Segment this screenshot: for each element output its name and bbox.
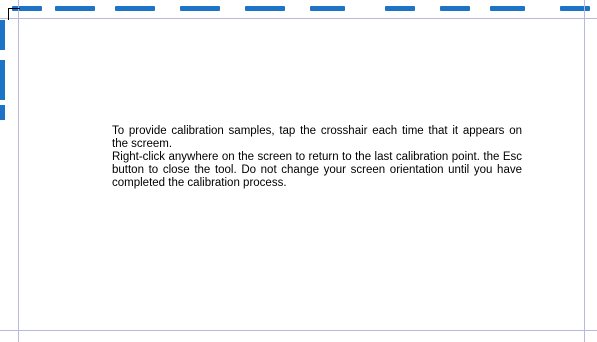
background-window-fragment (0, 20, 5, 50)
background-window-fragment (0, 0, 597, 12)
window-fragment-segment (560, 6, 590, 11)
background-window-fragment (0, 105, 5, 120)
calibration-guide-line (18, 0, 19, 342)
calibration-guide-line (584, 0, 585, 342)
crosshair-horizontal (8, 8, 20, 9)
window-fragment-segment (440, 6, 470, 11)
crosshair-vertical (8, 8, 9, 20)
calibration-instructions: To provide calibration samples, tap the … (112, 125, 522, 190)
window-fragment-segment (490, 6, 525, 11)
crosshair-icon[interactable] (8, 8, 20, 20)
calibration-screen[interactable]: To provide calibration samples, tap the … (0, 0, 597, 342)
window-fragment-segment (385, 6, 415, 11)
window-fragment-segment (245, 6, 285, 11)
instruction-line-2: Right-click anywhere on the screen to re… (112, 151, 522, 189)
window-fragment-segment (115, 6, 155, 11)
background-window-fragment (0, 60, 5, 100)
calibration-guide-line (0, 330, 597, 331)
instruction-line-1: To provide calibration samples, tap the … (112, 125, 522, 150)
window-fragment-segment (180, 6, 220, 11)
window-fragment-segment (55, 6, 95, 11)
calibration-guide-line (0, 18, 597, 19)
window-fragment-segment (310, 6, 345, 11)
